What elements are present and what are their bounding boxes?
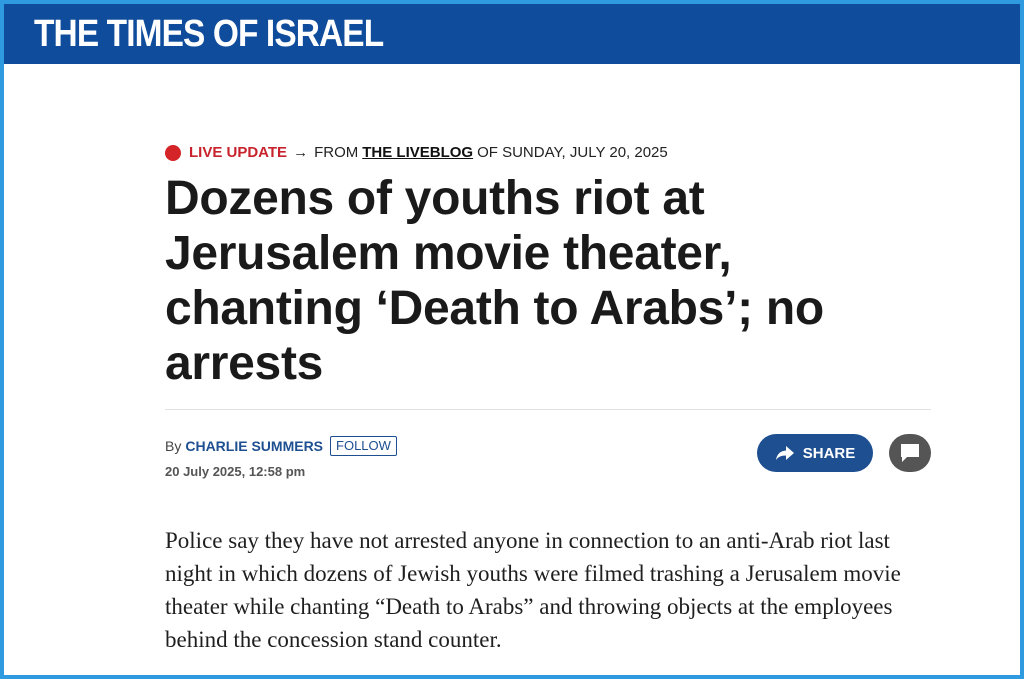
article: LIVE UPDATE → FROM THE LIVEBLOG OF SUNDA…	[165, 64, 931, 675]
liveblog-link[interactable]: THE LIVEBLOG	[362, 144, 473, 161]
live-update-kicker: LIVE UPDATE → FROM THE LIVEBLOG OF SUNDA…	[165, 144, 931, 161]
share-label: SHARE	[802, 444, 856, 462]
byline-row: By CHARLIE SUMMERS FOLLOW 20 July 2025, …	[165, 434, 931, 486]
live-update-label: LIVE UPDATE	[189, 144, 288, 161]
divider	[165, 409, 931, 410]
by-prefix: By	[165, 438, 182, 454]
arrow-icon: →	[293, 144, 309, 161]
comment-bubble-icon	[901, 444, 919, 462]
share-button[interactable]: SHARE	[757, 434, 873, 472]
page-frame: THE TIMES OF ISRAEL LIVE UPDATE → FROM T…	[0, 0, 1024, 679]
follow-button[interactable]: FOLLOW	[330, 436, 397, 456]
article-headline: Dozens of youths riot at Jerusalem movie…	[165, 172, 824, 390]
from-text: FROM	[314, 144, 359, 161]
comment-button[interactable]	[889, 434, 931, 472]
article-body: Police say they have not arrested anyone…	[165, 528, 901, 652]
share-arrow-icon	[775, 446, 794, 460]
masthead: THE TIMES OF ISRAEL	[4, 4, 1020, 64]
liveblog-date-text: OF SUNDAY, JULY 20, 2025	[477, 144, 668, 161]
live-dot-icon	[165, 144, 181, 161]
site-logo[interactable]: THE TIMES OF ISRAEL	[34, 13, 384, 56]
author-link[interactable]: CHARLIE SUMMERS	[185, 438, 323, 454]
